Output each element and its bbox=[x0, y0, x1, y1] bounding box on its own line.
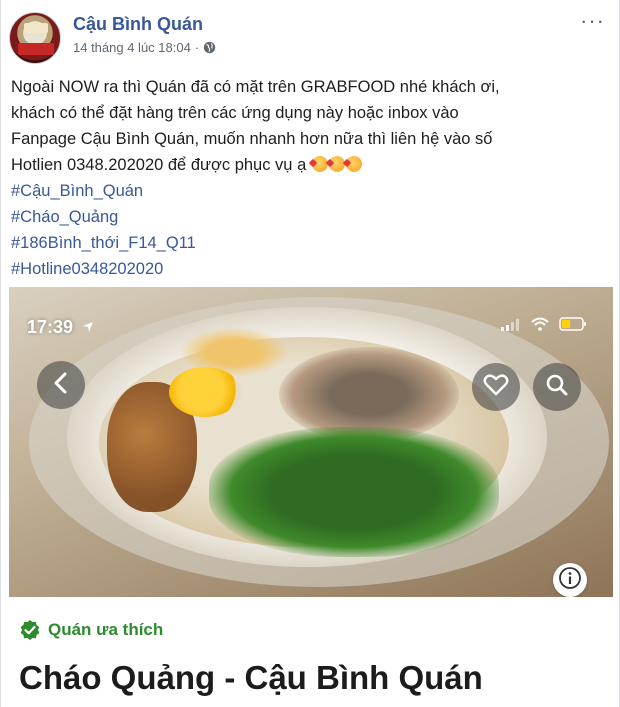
hashtag-link[interactable]: #Cậu_Bình_Quán bbox=[11, 178, 611, 204]
page-avatar[interactable] bbox=[9, 12, 61, 64]
info-button[interactable] bbox=[553, 563, 587, 597]
hashtag-link[interactable]: #Cháo_Quảng bbox=[11, 204, 611, 230]
favorite-badge: Quán ưa thích bbox=[19, 619, 163, 641]
post-text-line: Ngoài NOW ra thì Quán đã có mặt trên GRA… bbox=[11, 78, 500, 96]
smiling-face-with-hearts-icon bbox=[328, 156, 345, 172]
smiling-face-with-hearts-icon bbox=[345, 156, 362, 172]
post-text-line: khách có thể đặt hàng trên các ứng dụng … bbox=[11, 104, 459, 122]
avatar-sign-top bbox=[24, 23, 48, 33]
search-icon bbox=[545, 373, 569, 402]
search-button[interactable] bbox=[533, 363, 581, 411]
battery-icon bbox=[559, 317, 587, 336]
avatar-sign bbox=[18, 43, 54, 55]
cellular-signal-icon bbox=[501, 318, 521, 336]
post-text-line: Hotlien 0348.202020 để được phục vụ ạ bbox=[11, 156, 307, 174]
hashtag-link[interactable]: #Hotline0348202020 bbox=[11, 256, 611, 282]
status-time-text: 17:39 bbox=[27, 317, 74, 337]
chevron-left-icon bbox=[51, 371, 71, 400]
post-photo[interactable]: 17:39 bbox=[9, 287, 613, 597]
post-text-line: Fanpage Cậu Bình Quán, muốn nhanh hơn nữ… bbox=[11, 130, 493, 148]
info-icon bbox=[558, 566, 582, 595]
egg-yolk bbox=[169, 367, 241, 417]
hashtag-link[interactable]: #186Bình_thới_F14_Q11 bbox=[11, 230, 611, 256]
globe-icon[interactable] bbox=[203, 41, 216, 54]
check-circle-icon bbox=[19, 619, 41, 641]
restaurant-card: Quán ưa thích Cháo Quảng - Cậu Bình Quán bbox=[9, 597, 613, 707]
cilantro-herbs bbox=[209, 427, 499, 557]
smiling-face-with-hearts-icon bbox=[311, 156, 328, 172]
meta-separator: · bbox=[194, 40, 200, 55]
post-text-line-with-emoji: Hotlien 0348.202020 để được phục vụ ạ bbox=[11, 152, 611, 178]
favorite-button[interactable] bbox=[472, 363, 520, 411]
heart-icon bbox=[483, 373, 509, 402]
page-name-link[interactable]: Cậu Bình Quán bbox=[73, 14, 203, 35]
facebook-post: Cậu Bình Quán 14 tháng 4 lúc 18:04 · ···… bbox=[0, 0, 620, 707]
restaurant-title: Cháo Quảng - Cậu Bình Quán bbox=[19, 659, 483, 696]
status-bar-time: 17:39 bbox=[27, 317, 94, 338]
location-arrow-icon bbox=[82, 317, 94, 332]
post-meta: 14 tháng 4 lúc 18:04 · bbox=[73, 40, 216, 55]
post-timestamp[interactable]: 14 tháng 4 lúc 18:04 bbox=[73, 40, 191, 55]
wifi-icon bbox=[531, 317, 549, 336]
badge-label: Quán ưa thích bbox=[48, 620, 164, 639]
back-button[interactable] bbox=[37, 361, 85, 409]
status-bar-indicators bbox=[501, 317, 587, 336]
post-message: Ngoài NOW ra thì Quán đã có mặt trên GRA… bbox=[11, 74, 611, 282]
more-options-icon[interactable]: ··· bbox=[580, 10, 605, 32]
